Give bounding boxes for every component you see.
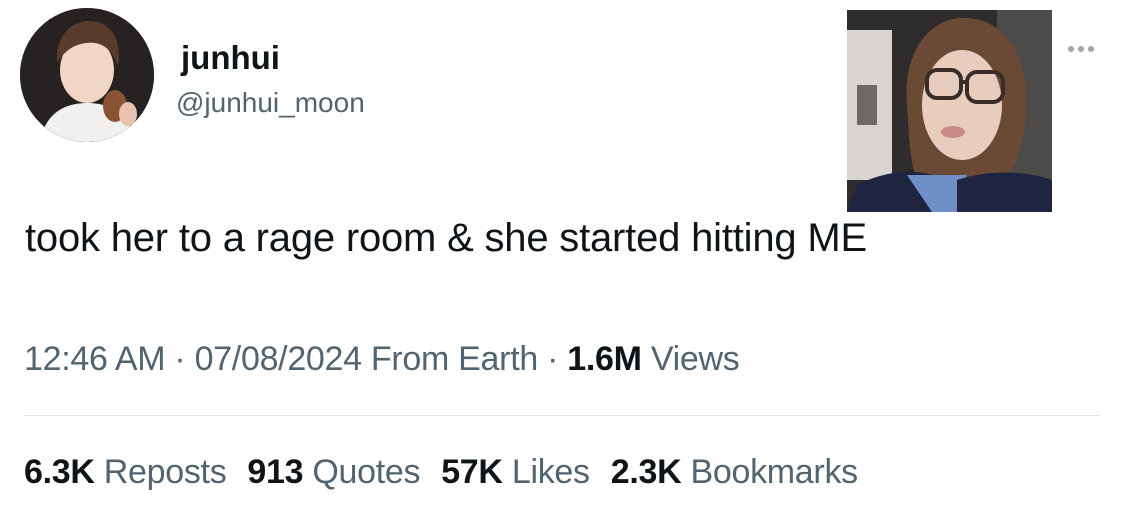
quotes-stat[interactable]: 913 Quotes	[247, 453, 420, 491]
reposts-label: Reposts	[94, 453, 227, 491]
tweet-text: took her to a rage room & she started hi…	[25, 216, 867, 260]
bookmarks-stat[interactable]: 2.3K Bookmarks	[611, 453, 858, 491]
selfie-photo	[847, 10, 1052, 212]
views-count: 1.6M	[567, 340, 642, 378]
quotes-label: Quotes	[303, 453, 421, 491]
reposts-count: 6.3K	[24, 453, 95, 491]
tweet-media-image[interactable]	[847, 10, 1052, 212]
likes-label: Likes	[502, 453, 590, 491]
quotes-count: 913	[247, 453, 304, 491]
reposts-stat[interactable]: 6.3K Reposts	[24, 453, 227, 491]
dot	[1078, 46, 1084, 52]
tweet-date-link[interactable]: 07/08/2024	[195, 340, 362, 378]
tweet-meta: 12:46 AM · 07/08/2024 From Earth · 1.6M …	[24, 336, 740, 382]
bookmarks-count: 2.3K	[610, 453, 682, 491]
meta-separator: ·	[165, 340, 195, 378]
likes-stat[interactable]: 57K Likes	[441, 453, 590, 491]
dot	[1088, 46, 1094, 52]
more-options-icon[interactable]	[1059, 37, 1103, 61]
tweet-time-link[interactable]: 12:46 AM	[24, 340, 166, 378]
tweet-stats: 6.3K Reposts 913 Quotes 57K Likes 2.3K Book…	[24, 448, 879, 496]
tweet-source: From Earth	[361, 340, 538, 378]
author-handle[interactable]: @junhui_moon	[176, 86, 365, 120]
bookmarks-label: Bookmarks	[681, 453, 858, 491]
divider	[24, 415, 1101, 416]
dot	[1068, 46, 1074, 52]
meta-separator: ·	[537, 340, 568, 378]
avatar-photo	[20, 8, 154, 142]
views-label: Views	[641, 340, 740, 378]
likes-count: 57K	[441, 453, 503, 491]
author-display-name[interactable]: junhui	[181, 38, 280, 78]
author-avatar[interactable]	[20, 8, 154, 142]
